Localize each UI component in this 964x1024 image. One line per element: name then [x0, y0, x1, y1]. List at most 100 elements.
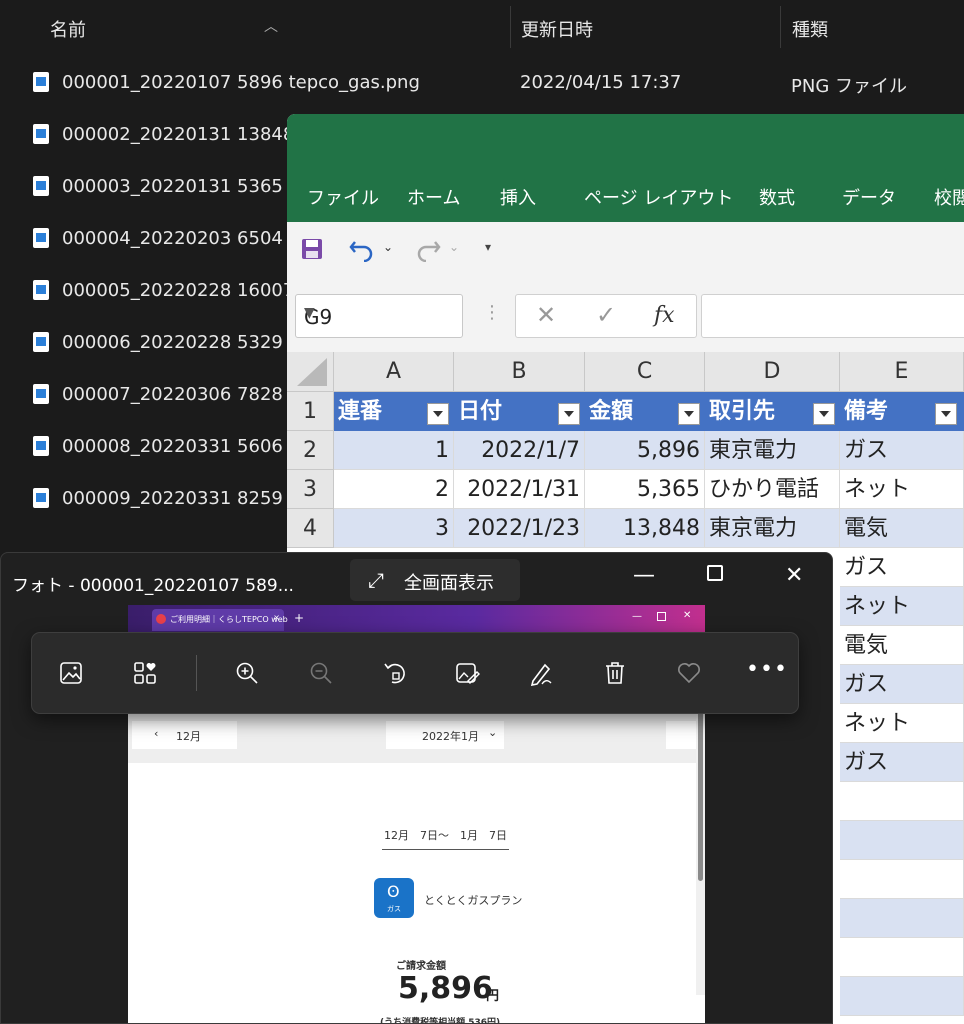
- undo-icon[interactable]: [349, 238, 375, 262]
- filter-dropdown-icon[interactable]: [427, 403, 449, 425]
- tab-insert[interactable]: 挿入: [500, 184, 536, 210]
- chevron-down-icon[interactable]: ▼: [304, 305, 452, 321]
- column-divider[interactable]: [780, 6, 781, 48]
- table-header-cell[interactable]: 備考: [840, 392, 964, 431]
- column-header-name[interactable]: 名前: [50, 16, 86, 42]
- table-cell[interactable]: 3: [334, 509, 454, 548]
- table-header-cell[interactable]: 金額: [585, 392, 705, 431]
- table-cell[interactable]: 東京電力: [705, 431, 840, 470]
- column-header-d[interactable]: D: [705, 352, 840, 392]
- table-header-cell[interactable]: 連番: [334, 392, 454, 431]
- select-all-corner[interactable]: [287, 352, 334, 392]
- column-header-b[interactable]: B: [454, 352, 585, 392]
- table-header-cell[interactable]: 日付: [454, 392, 585, 431]
- filter-dropdown-icon[interactable]: [813, 403, 835, 425]
- table-cell[interactable]: ガス: [840, 665, 964, 704]
- gallery-icon[interactable]: [58, 660, 84, 686]
- formula-input[interactable]: [701, 294, 964, 338]
- column-header-c[interactable]: C: [585, 352, 705, 392]
- tab-formulas[interactable]: 数式: [759, 184, 795, 210]
- table-cell[interactable]: ネット: [840, 587, 964, 626]
- insert-function-icon[interactable]: fx: [654, 303, 675, 328]
- enter-check-icon[interactable]: ✓: [596, 301, 616, 329]
- table-cell[interactable]: 電気: [840, 509, 964, 548]
- currency-unit: 円: [486, 989, 500, 1004]
- row-header[interactable]: 4: [287, 509, 334, 548]
- png-file-icon: [33, 488, 49, 508]
- undo-dropdown-icon[interactable]: ⌄: [383, 240, 393, 254]
- tab-close-icon: ×: [273, 613, 280, 622]
- tab-home[interactable]: ホーム: [407, 184, 460, 210]
- table-cell[interactable]: ガス: [840, 431, 964, 470]
- table-header-cell[interactable]: 取引先: [705, 392, 840, 431]
- table-cell[interactable]: 5,896: [585, 431, 705, 470]
- maximize-icon[interactable]: [707, 565, 723, 581]
- table-cell[interactable]: 13,848: [585, 509, 705, 548]
- draw-icon[interactable]: [528, 660, 554, 686]
- cancel-icon[interactable]: ✕: [536, 301, 556, 329]
- flame-icon: ʘ: [387, 882, 400, 901]
- tepco-favicon-icon: [156, 614, 166, 624]
- billing-label: ご請求金額: [396, 961, 446, 972]
- table-cell[interactable]: ガス: [840, 743, 964, 782]
- table-cell[interactable]: [840, 899, 964, 938]
- minimize-icon[interactable]: —: [633, 563, 655, 588]
- zoom-out-icon[interactable]: [308, 660, 334, 686]
- row-header[interactable]: 3: [287, 470, 334, 509]
- table-cell[interactable]: [840, 938, 964, 977]
- add-to-album-icon[interactable]: [132, 660, 158, 686]
- save-icon[interactable]: [301, 238, 323, 260]
- favorite-heart-icon[interactable]: [676, 660, 702, 686]
- browser-tab: ご利用明細｜くらしTEPCO web ×: [152, 609, 288, 631]
- more-options-icon[interactable]: •••: [746, 657, 788, 682]
- table-cell[interactable]: ひかり電話: [705, 470, 840, 509]
- column-header-e[interactable]: E: [840, 352, 964, 392]
- table-cell[interactable]: 東京電力: [705, 509, 840, 548]
- edit-image-icon[interactable]: [454, 660, 480, 686]
- column-header-date[interactable]: 更新日時: [521, 16, 593, 42]
- filter-dropdown-icon[interactable]: [678, 403, 700, 425]
- rotate-icon[interactable]: [382, 660, 408, 686]
- table-cell[interactable]: 2022/1/7: [454, 431, 585, 470]
- column-divider[interactable]: [510, 6, 511, 48]
- filter-dropdown-icon[interactable]: [935, 403, 957, 425]
- table-cell[interactable]: ネット: [840, 704, 964, 743]
- more-options-icon[interactable]: ⋮: [483, 302, 501, 323]
- header-label: 日付: [458, 399, 503, 424]
- customize-toolbar-icon[interactable]: ▾: [485, 240, 491, 254]
- filter-dropdown-icon[interactable]: [558, 403, 580, 425]
- file-row[interactable]: 000001_20220107 5896 tepco_gas.png 2022/…: [0, 58, 964, 110]
- table-cell[interactable]: 2: [334, 470, 454, 509]
- close-icon[interactable]: ✕: [785, 563, 803, 588]
- tab-file[interactable]: ファイル: [307, 184, 379, 210]
- table-cell[interactable]: ネット: [840, 470, 964, 509]
- table-cell[interactable]: 1: [334, 431, 454, 470]
- row-header[interactable]: 1: [287, 392, 334, 431]
- file-list-header: ︿ 名前 更新日時 種類: [0, 0, 964, 56]
- column-header-a[interactable]: A: [334, 352, 454, 392]
- table-cell[interactable]: ガス: [840, 548, 964, 587]
- table-cell[interactable]: [840, 821, 964, 860]
- table-cell[interactable]: 2022/1/31: [454, 470, 585, 509]
- tab-data[interactable]: データ: [842, 184, 896, 210]
- table-cell[interactable]: 2022/1/23: [454, 509, 585, 548]
- row-header[interactable]: 2: [287, 431, 334, 470]
- table-cell[interactable]: [840, 782, 964, 821]
- zoom-in-icon[interactable]: [234, 660, 260, 686]
- file-name: 000004_20220203 6504 t: [62, 228, 296, 249]
- name-box[interactable]: G9 ▼: [295, 294, 463, 338]
- tab-page-layout[interactable]: ページ レイアウト: [584, 184, 733, 210]
- redo-icon[interactable]: [415, 238, 441, 262]
- file-name: 000009_20220331 8259 t: [62, 488, 296, 509]
- new-tab-icon: +: [294, 611, 305, 625]
- redo-dropdown-icon[interactable]: ⌄: [449, 240, 459, 254]
- tab-review[interactable]: 校閲: [934, 184, 964, 210]
- fullscreen-button[interactable]: ⤢ 全画面表示: [350, 559, 520, 601]
- table-cell[interactable]: [840, 860, 964, 899]
- delete-icon[interactable]: [602, 660, 628, 686]
- table-cell[interactable]: 電気: [840, 626, 964, 665]
- table-cell[interactable]: 5,365: [585, 470, 705, 509]
- table-cell[interactable]: [840, 977, 964, 1016]
- png-file-icon: [33, 228, 49, 248]
- column-header-type[interactable]: 種類: [792, 16, 828, 42]
